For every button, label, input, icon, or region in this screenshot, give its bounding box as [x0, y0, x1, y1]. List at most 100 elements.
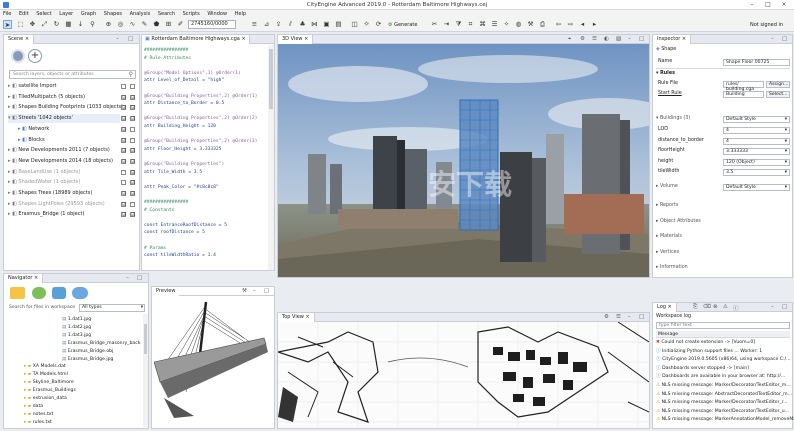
tab-top-view[interactable]: Top View × — [278, 313, 315, 322]
info-filter-icon[interactable]: ⓘ — [733, 304, 739, 312]
menu-select[interactable]: Select — [36, 10, 51, 18]
link-icon[interactable]: ⚲ — [88, 20, 97, 29]
menu-edit[interactable]: Edit — [19, 10, 29, 18]
scene-layer-row[interactable]: ▸ ◧ Erasmus_Bridge (1 object) — [8, 210, 120, 219]
online-content-icon[interactable] — [52, 287, 66, 299]
inspector-section-header[interactable]: ▸ Information — [656, 264, 688, 272]
nav-search-input[interactable]: Search for files in workspace — [9, 304, 77, 312]
nav-scroll-thumb[interactable] — [144, 324, 147, 354]
maximize-preview-icon[interactable]: □ — [264, 288, 269, 294]
back-history-icon[interactable]: ◂ — [578, 20, 587, 29]
nav-filter-select[interactable]: All types ▾ — [79, 304, 145, 312]
layers-icon[interactable]: ☰ — [490, 20, 499, 29]
shading-icon[interactable]: ◐ — [604, 36, 609, 42]
nav-scrollbar[interactable] — [143, 314, 148, 427]
tab-inspector[interactable]: Inspector × — [653, 35, 692, 44]
attr-value-field[interactable]: 120 (Object) ▾ — [723, 158, 790, 166]
attr-value-field[interactable]: 3.333333 ▾ — [723, 148, 790, 155]
menu-graph[interactable]: Graph — [81, 10, 96, 18]
preview-settings-icon[interactable]: ⚒ — [242, 288, 247, 294]
startrule-field[interactable]: Building — [723, 91, 764, 98]
scene-layer-row[interactable]: ▸ ◧ New Developments 2011 (7 objects) — [8, 146, 120, 155]
compass-icon[interactable]: ✧ — [502, 20, 511, 29]
inspector-section-header[interactable]: ▸ Vertices — [656, 249, 679, 257]
lock-checkbox[interactable]: ☑ — [130, 169, 135, 175]
file-item[interactable]: ▤ 1.dat2.jpg — [62, 324, 91, 331]
visibility-checkbox[interactable]: ☑ — [121, 116, 126, 122]
volume-style-select[interactable]: Default Style ▾ — [723, 184, 790, 191]
generate-button[interactable]: ⚙ Generate — [388, 21, 417, 29]
lock-checkbox[interactable]: ☑ — [130, 158, 135, 164]
file-item[interactable]: ▤ Erasmus_Bridge_masonry_back — [62, 340, 140, 347]
volume-header[interactable]: ▸ Volume — [656, 183, 678, 191]
layers-toggle-icon[interactable]: ☰ — [616, 314, 621, 320]
tab-log[interactable]: Log × — [653, 303, 677, 312]
maximize-inspector-icon[interactable]: □ — [782, 36, 787, 42]
measure-icon[interactable]: ⊕ — [104, 20, 113, 29]
cloud-icon[interactable] — [72, 287, 88, 299]
inspector-section-header[interactable]: ▸ Materials — [656, 233, 682, 241]
menu-help[interactable]: Help — [235, 10, 246, 18]
rotate-icon[interactable]: ↻ — [52, 20, 61, 29]
menu-search[interactable]: Search — [158, 10, 175, 18]
rect-select-icon[interactable]: ⬚ — [16, 20, 25, 29]
visibility-checkbox[interactable]: ☑ — [121, 94, 126, 100]
log-row[interactable]: ⓘ CityEngine 2019.0.5605 (x86)64, using … — [656, 357, 790, 363]
maximize-icon[interactable]: □ — [760, 1, 776, 9]
tab-scene[interactable]: Scene × — [4, 35, 35, 44]
log-row[interactable]: ⚠ NLS missing message: MarkerAnnotationM… — [656, 417, 794, 423]
view-settings-icon[interactable]: ⚙ — [604, 314, 609, 320]
lock-checkbox[interactable] — [130, 201, 135, 207]
file-item[interactable]: ▸ ▰ data — [24, 403, 43, 410]
curve-icon[interactable]: ∿ — [128, 20, 137, 29]
zoom-field[interactable]: 2745160/0000 — [188, 20, 236, 29]
back-icon[interactable]: ⇦ — [554, 20, 563, 29]
settings-icon[interactable]: ⚒ — [526, 20, 535, 29]
log-row[interactable]: ⓘ Initializing Python support files ... … — [656, 349, 762, 355]
log-row[interactable]: ✖ Could not create extension -> [Vuom=0] — [656, 340, 755, 346]
log-column-header[interactable]: Message — [656, 331, 790, 338]
scene-search-input[interactable]: Search layers, objects or attributes ⚲ — [9, 70, 136, 79]
forward-history-icon[interactable]: ▸ — [590, 20, 599, 29]
minimize-3d-icon[interactable]: – — [628, 36, 631, 42]
visibility-checkbox[interactable]: ☑ — [121, 201, 126, 207]
visibility-checkbox[interactable]: ☑ — [121, 105, 126, 111]
sun-icon[interactable]: ☼ — [362, 20, 371, 29]
minimize-top-icon[interactable]: – — [628, 314, 631, 320]
inspector-section-header[interactable]: ▸ Object Attributes — [656, 218, 701, 226]
visibility-checkbox[interactable] — [121, 169, 126, 175]
maximize-3d-icon[interactable]: □ — [639, 36, 644, 42]
select-button[interactable]: Select... — [766, 91, 790, 98]
clear-log-icon[interactable]: ⌫ — [703, 304, 711, 310]
lock-checkbox[interactable]: ☑ — [130, 212, 135, 218]
refresh-icon[interactable]: ⟳ — [374, 20, 383, 29]
tree-icon[interactable]: ♣ — [298, 20, 307, 29]
inspector-section-header[interactable]: ▸ Reports — [656, 202, 678, 210]
lock-checkbox[interactable] — [130, 137, 135, 143]
maximize-log-icon[interactable]: □ — [782, 304, 787, 310]
file-item[interactable]: ▤ Erasmus_Bridge.jpg — [62, 356, 113, 363]
split-icon[interactable]: ⫽ — [286, 20, 295, 29]
scene-layer-row[interactable]: ▸ ◧ satellite Import — [8, 82, 120, 91]
photo-icon[interactable]: ⌘ — [478, 20, 487, 29]
minimize-panel-icon[interactable]: – — [116, 36, 119, 42]
file-item[interactable]: ▸ ▰ TA Models.html — [24, 371, 68, 378]
maximize-top-icon[interactable]: □ — [639, 314, 644, 320]
view-settings-icon[interactable]: ⚙ — [580, 36, 585, 42]
lock-checkbox[interactable] — [130, 84, 135, 89]
maximize-nav-icon[interactable]: □ — [137, 275, 142, 281]
scene-layer-row[interactable]: ▸ ◧ Shapes Trees (18989 objects) — [8, 189, 120, 198]
menu-file[interactable]: File — [3, 10, 11, 18]
menu-shapes[interactable]: Shapes — [104, 10, 122, 18]
scene-layer-row[interactable]: ▸ ◧ ShadedWater (1 objects) — [8, 178, 120, 187]
attr-group-header[interactable]: ▾ Buildings (3) — [656, 115, 690, 123]
assign-button[interactable]: Assign... — [766, 81, 790, 88]
layers-toggle-icon[interactable]: ☰ — [592, 36, 597, 42]
top-viewport[interactable] — [278, 322, 649, 428]
scene-layer-row[interactable]: ▾ ◧ Streets '1042 objects' — [8, 114, 120, 124]
visibility-checkbox[interactable]: ☑ — [121, 148, 126, 154]
lock-checkbox[interactable] — [130, 126, 135, 132]
scene-layer-row[interactable]: ▸ ◧ Shapes LightPoles (29593 objects) — [8, 200, 120, 209]
visibility-checkbox[interactable] — [121, 84, 126, 89]
lock-checkbox[interactable]: ☑ — [130, 94, 135, 100]
